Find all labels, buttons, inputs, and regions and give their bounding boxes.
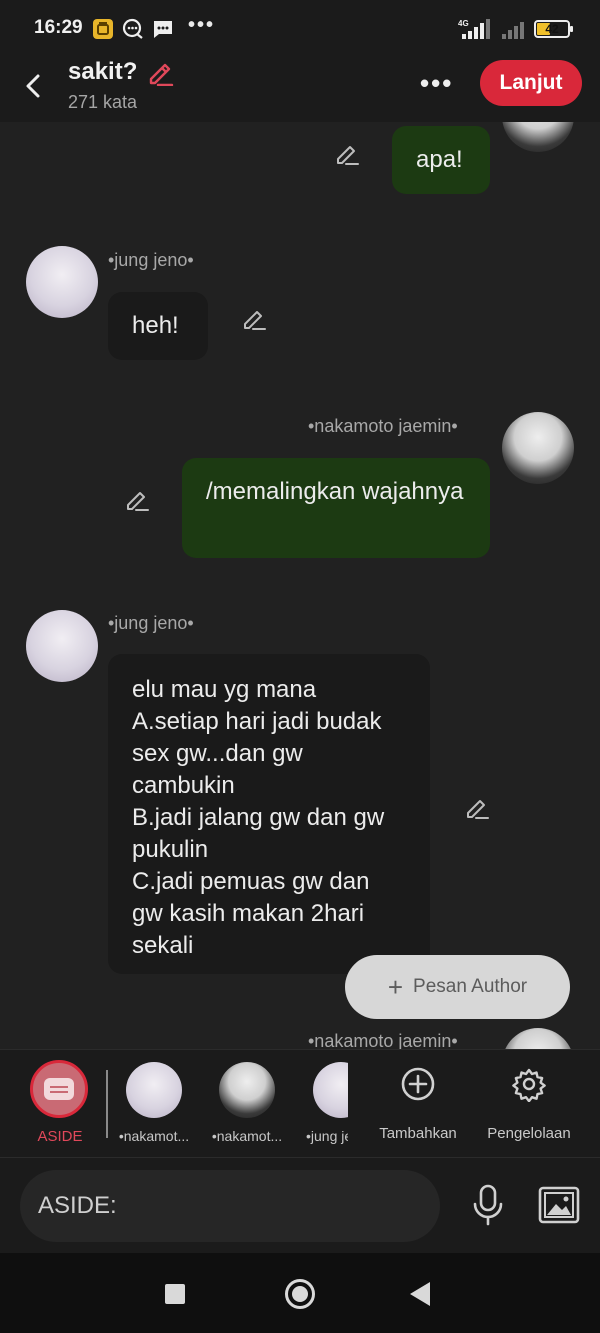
- svg-text:4G: 4G: [458, 19, 469, 28]
- avatar[interactable]: [26, 246, 98, 318]
- message-bubble[interactable]: apa!: [392, 126, 490, 194]
- aside-selector[interactable]: ASIDE: [30, 1060, 90, 1145]
- recent-apps-button[interactable]: [165, 1284, 185, 1304]
- edit-message-icon[interactable]: [241, 305, 267, 331]
- author-message-label: Pesan Author: [413, 976, 528, 997]
- microphone-icon[interactable]: [470, 1184, 506, 1226]
- avatar: [126, 1062, 182, 1118]
- character-label: •nakamot...: [118, 1128, 190, 1144]
- character-label: •nakamot...: [211, 1128, 283, 1144]
- edit-message-icon[interactable]: [464, 794, 490, 820]
- status-bar: 16:29 ••• 4G 42: [0, 0, 600, 56]
- message-input[interactable]: ASIDE:: [20, 1170, 440, 1242]
- character-bar: ASIDE •nakamot... •nakamot... •jung je T…: [0, 1049, 600, 1157]
- character-option[interactable]: •nakamot...: [114, 1062, 194, 1144]
- aside-label: ASIDE: [37, 1128, 83, 1145]
- header: sakit? 271 kata ••• Lanjut: [0, 56, 600, 122]
- more-options-button[interactable]: •••: [420, 68, 453, 99]
- chat-area[interactable]: apa! •jung jeno• heh! •nakamoto jaemin• …: [0, 122, 600, 1049]
- divider: [106, 1070, 108, 1138]
- speaker-name: •jung jeno•: [108, 613, 194, 633]
- edit-title-icon[interactable]: [146, 58, 174, 86]
- word-count: 271 kata: [68, 92, 138, 112]
- speaker-name: •jung jeno•: [108, 250, 194, 270]
- add-label: Tambahkan: [379, 1125, 457, 1142]
- app-notification-icon: [93, 19, 113, 39]
- more-notifications-icon: •••: [188, 14, 216, 36]
- aside-icon: [30, 1060, 88, 1118]
- manage-label: Pengelolaan: [487, 1125, 571, 1142]
- character-option[interactable]: •nakamot...: [207, 1062, 287, 1144]
- back-button[interactable]: [16, 68, 52, 104]
- avatar[interactable]: [26, 610, 98, 682]
- character-label: •jung je: [306, 1128, 348, 1144]
- status-time: 16:29: [34, 17, 83, 38]
- back-nav-button[interactable]: [410, 1282, 430, 1306]
- signal-secondary-icon: [502, 22, 524, 39]
- avatar: [219, 1062, 275, 1118]
- edit-message-icon[interactable]: [124, 486, 150, 512]
- battery-level: 42: [545, 22, 559, 36]
- character-option[interactable]: •jung je: [300, 1062, 348, 1144]
- home-button[interactable]: [285, 1279, 315, 1309]
- add-character-button[interactable]: Tambahkan: [374, 1066, 462, 1142]
- next-button[interactable]: Lanjut: [480, 60, 582, 106]
- avatar[interactable]: [502, 412, 574, 484]
- plus-icon: +: [387, 971, 404, 1002]
- message-bubble[interactable]: heh!: [108, 292, 208, 360]
- avatar: [313, 1062, 348, 1118]
- manage-characters-button[interactable]: Pengelolaan: [484, 1066, 574, 1142]
- chat-notification-icon: [122, 18, 143, 39]
- speaker-name: •nakamoto jaemin•: [308, 1031, 458, 1049]
- message-notification-icon: [154, 21, 172, 38]
- chevron-left-icon: [26, 74, 40, 98]
- speaker-name: •nakamoto jaemin•: [308, 416, 458, 436]
- message-bubble[interactable]: /memalingkan wajahnya: [182, 458, 490, 558]
- battery-icon: 42: [534, 20, 573, 38]
- author-message-button[interactable]: + Pesan Author: [345, 955, 570, 1019]
- system-nav-bar: [0, 1253, 600, 1333]
- avatar[interactable]: [502, 1028, 574, 1049]
- input-bar: ASIDE:: [0, 1157, 600, 1253]
- message-bubble[interactable]: elu mau yg mana A.setiap hari jadi budak…: [108, 654, 430, 974]
- plus-circle-icon: [401, 1067, 435, 1101]
- gear-icon: [512, 1068, 546, 1103]
- avatar[interactable]: [502, 122, 574, 152]
- image-icon[interactable]: [538, 1186, 580, 1224]
- edit-message-icon[interactable]: [334, 140, 360, 166]
- story-title: sakit?: [68, 58, 138, 85]
- signal-4g-icon: 4G: [458, 19, 490, 39]
